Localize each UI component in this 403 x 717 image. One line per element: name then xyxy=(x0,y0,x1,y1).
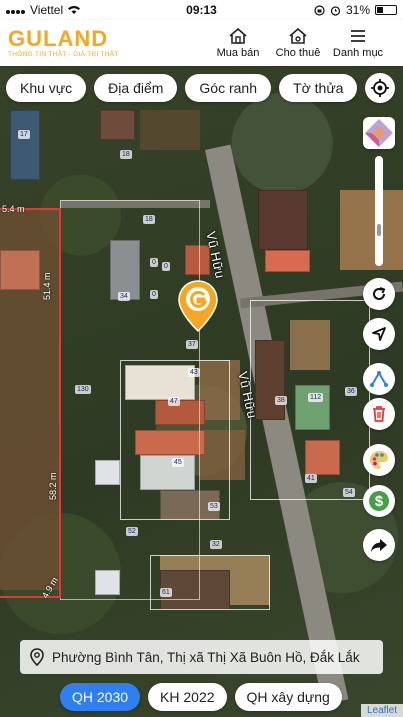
alarm-icon xyxy=(330,5,341,16)
guland-logo[interactable]: GULAND THÔNG TIN THẬT - GIÁ TRỊ THẬT xyxy=(8,26,208,59)
opacity-slider[interactable] xyxy=(375,156,383,266)
parcel-boundary xyxy=(120,360,230,520)
measurement-label: 58.2 m xyxy=(48,472,58,500)
status-bar: Viettel 09:13 31% xyxy=(0,0,403,20)
lot-number: 18 xyxy=(120,150,132,159)
lot-number: 17 xyxy=(18,130,30,139)
building xyxy=(258,190,308,250)
map-field xyxy=(340,190,403,270)
building xyxy=(0,250,40,290)
rent-house-icon xyxy=(289,27,307,44)
refresh-icon xyxy=(373,287,386,300)
tab-qh-2030[interactable]: QH 2030 xyxy=(60,683,141,711)
property-boundary-right xyxy=(59,208,61,598)
building xyxy=(100,110,135,140)
lot-number: 112 xyxy=(308,393,324,402)
nav-label: Danh mục xyxy=(332,47,384,59)
signal-icon xyxy=(6,3,26,17)
lot-number: 130 xyxy=(75,385,91,394)
leaflet-attribution[interactable]: Leaflet xyxy=(360,704,403,717)
lot-number: 18 xyxy=(143,215,155,224)
nav-menu-button[interactable]: Danh mục xyxy=(328,27,388,59)
lot-number: 37 xyxy=(186,340,198,349)
svg-text:$: $ xyxy=(375,493,384,510)
nav-label: Cho thuê xyxy=(275,47,321,59)
tab-qh-xay-dung[interactable]: QH xây dựng xyxy=(234,683,342,711)
lot-number: 54 xyxy=(343,488,355,497)
slider-knob[interactable] xyxy=(377,224,381,236)
color-palette-button[interactable] xyxy=(363,444,395,476)
lot-number: 53 xyxy=(208,502,220,511)
orientation-lock-icon xyxy=(314,4,325,16)
app-header: GULAND THÔNG TIN THẬT - GIÁ TRỊ THẬT Mua… xyxy=(0,20,403,66)
nav-rent-button[interactable]: Cho thuê xyxy=(268,27,328,59)
navigate-button[interactable] xyxy=(363,318,395,350)
share-button[interactable] xyxy=(363,529,395,561)
delete-button[interactable] xyxy=(363,398,395,430)
refresh-button[interactable] xyxy=(363,278,395,310)
lot-number: 38 xyxy=(275,396,287,405)
filter-chips: Khu vực Địa điểm Góc ranh Tờ thửa xyxy=(6,74,359,102)
clock: 09:13 xyxy=(186,3,217,17)
measurement-label: 5.4 m xyxy=(2,204,25,214)
lot-number: 0 xyxy=(162,262,170,271)
filter-parcel-chip[interactable]: Tờ thửa xyxy=(279,74,358,102)
house-icon xyxy=(229,27,247,44)
wifi-icon xyxy=(68,6,81,14)
address-text: Phường Bình Tân, Thị xã Thị Xã Buôn Hồ, … xyxy=(52,649,360,665)
lot-number: 32 xyxy=(210,540,222,549)
satellite-map[interactable]: 5.4 m 51.4 m 58.2 m 4.9 m Vũ Hữu Vũ Hữu … xyxy=(0,0,403,717)
lot-number: 43 xyxy=(188,368,200,377)
lot-number: 45 xyxy=(172,458,184,467)
share-icon xyxy=(371,539,387,552)
planning-tabs: QH 2030 KH 2022 QH xây dựng xyxy=(60,683,342,711)
navigation-arrow-icon xyxy=(372,327,386,341)
measure-button[interactable] xyxy=(363,363,395,395)
logo-name: GULAND xyxy=(8,26,109,51)
nav-buy-sell-button[interactable]: Mua bán xyxy=(208,27,268,59)
filter-corner-chip[interactable]: Góc ranh xyxy=(185,74,272,102)
filter-area-chip[interactable]: Khu vực xyxy=(6,74,87,102)
battery-percent: 31% xyxy=(345,3,370,17)
palette-icon xyxy=(370,451,388,469)
lot-number: 61 xyxy=(160,588,172,597)
my-location-button[interactable] xyxy=(365,73,395,103)
building xyxy=(265,250,310,272)
carrier-label: Viettel xyxy=(30,3,64,17)
lot-number: 0 xyxy=(150,258,158,267)
measurement-label: 51.4 m xyxy=(42,272,52,300)
map-field xyxy=(140,110,200,150)
address-bar[interactable]: Phường Bình Tân, Thị xã Thị Xã Buôn Hồ, … xyxy=(20,640,383,674)
map-pin-icon xyxy=(30,648,44,666)
price-button[interactable]: $ xyxy=(363,485,395,517)
tab-kh-2022[interactable]: KH 2022 xyxy=(148,683,227,711)
lot-number: 0 xyxy=(150,290,158,299)
trash-icon xyxy=(373,406,385,422)
lot-number: 52 xyxy=(126,527,138,536)
dollar-icon: $ xyxy=(369,491,389,511)
lot-number: 34 xyxy=(118,292,130,301)
crosshair-icon xyxy=(371,79,389,97)
lot-number: 36 xyxy=(345,387,357,396)
lot-number: 41 xyxy=(305,474,317,483)
map-layer-button[interactable] xyxy=(363,117,395,149)
location-pin-icon[interactable] xyxy=(178,280,218,337)
logo-tagline: THÔNG TIN THẬT - GIÁ TRỊ THẬT xyxy=(8,51,119,58)
filter-location-chip[interactable]: Địa điểm xyxy=(94,74,178,102)
menu-icon xyxy=(351,30,365,42)
building xyxy=(10,110,40,180)
lot-number: 47 xyxy=(168,397,180,406)
measure-icon xyxy=(370,371,388,387)
nav-label: Mua bán xyxy=(216,47,260,59)
property-boundary-bottom xyxy=(0,596,61,598)
battery-icon xyxy=(375,5,397,15)
layers-icon xyxy=(363,117,395,149)
parcel-boundary xyxy=(150,555,270,610)
